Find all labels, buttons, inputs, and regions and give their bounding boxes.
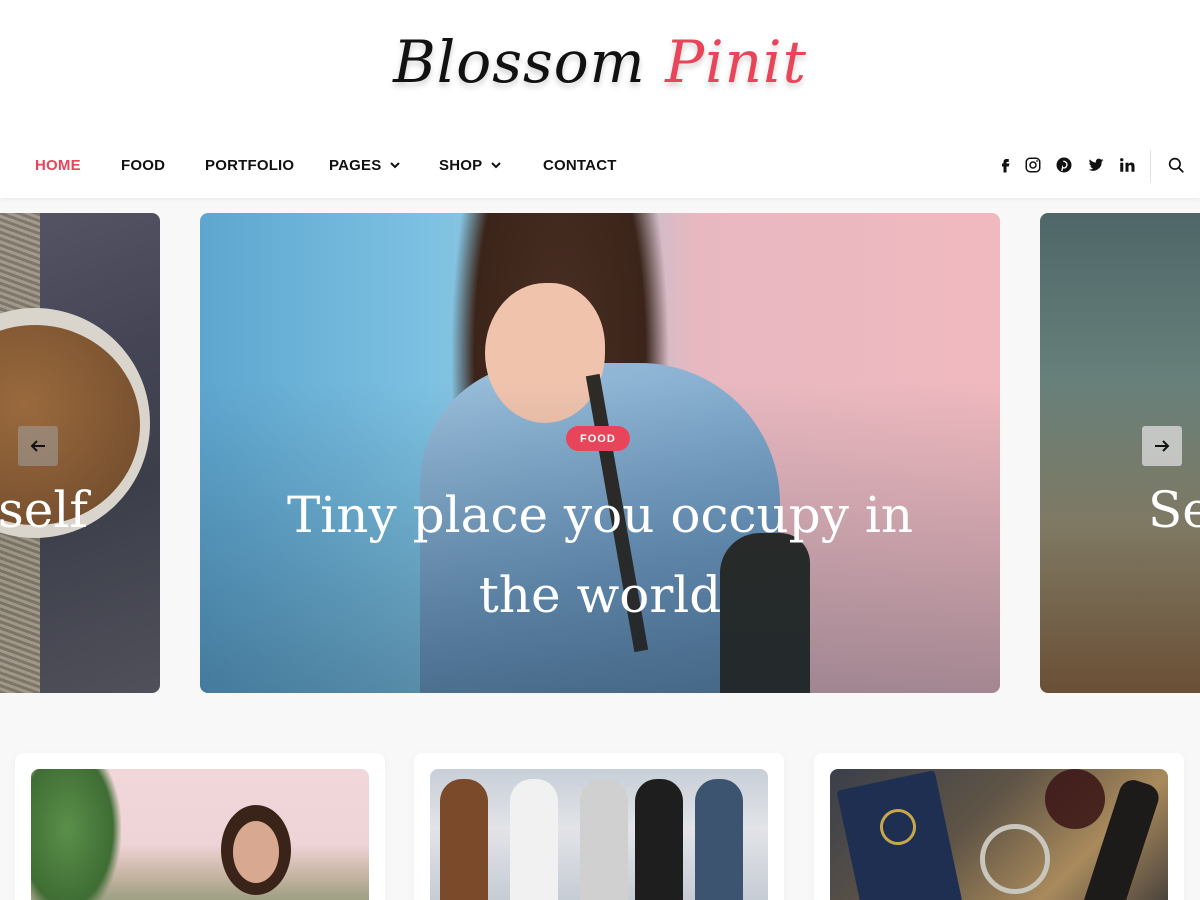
arrow-left-icon bbox=[30, 440, 45, 452]
nav-item-shop[interactable]: SHOP bbox=[439, 145, 502, 185]
slider-next-button[interactable] bbox=[1142, 426, 1182, 466]
post-card[interactable] bbox=[414, 753, 784, 900]
post-card[interactable] bbox=[15, 753, 385, 900]
slide-title[interactable]: Tiny place you occupy in the world bbox=[240, 475, 960, 635]
chevron-down-icon bbox=[390, 162, 401, 169]
arrow-right-icon bbox=[1155, 440, 1170, 452]
slide-next-caption: Se bbox=[1148, 481, 1200, 539]
tree-shape bbox=[31, 769, 121, 900]
person-shape bbox=[440, 779, 488, 900]
site-header: Blossom Pinit HOME FOOD PORTFOLIO PAGES … bbox=[0, 0, 1200, 198]
pinterest-icon[interactable] bbox=[1053, 152, 1075, 178]
chevron-down-icon bbox=[491, 162, 502, 169]
post-card-image[interactable] bbox=[31, 769, 369, 900]
logo-text-accent: Pinit bbox=[665, 28, 807, 96]
instagram-icon[interactable] bbox=[1022, 152, 1044, 178]
post-card-image[interactable] bbox=[830, 769, 1168, 900]
search-icon[interactable] bbox=[1165, 152, 1187, 178]
nav-item-home[interactable]: HOME bbox=[35, 145, 81, 185]
wine-glass-shape bbox=[1045, 769, 1105, 829]
facebook-icon[interactable] bbox=[994, 152, 1016, 178]
person-shape bbox=[695, 779, 743, 900]
linkedin-icon[interactable] bbox=[1116, 152, 1138, 178]
site-logo[interactable]: Blossom Pinit bbox=[0, 28, 1200, 96]
header-divider bbox=[1150, 150, 1151, 182]
nav-item-food[interactable]: FOOD bbox=[121, 145, 165, 185]
slide-previous-caption: n self bbox=[0, 481, 88, 539]
person-shape bbox=[635, 779, 683, 900]
nav-item-shop-label: SHOP bbox=[439, 156, 483, 174]
post-card-image[interactable] bbox=[430, 769, 768, 900]
twitter-icon[interactable] bbox=[1085, 152, 1107, 178]
nav-item-pages[interactable]: PAGES bbox=[329, 145, 401, 185]
face-shape bbox=[233, 821, 279, 883]
category-badge[interactable]: FOOD bbox=[566, 426, 630, 451]
magnifier-shape bbox=[980, 824, 1050, 894]
slide-current[interactable]: FOOD Tiny place you occupy in the world bbox=[200, 213, 1000, 693]
logo-text-primary: Blossom bbox=[393, 28, 646, 96]
post-card[interactable] bbox=[814, 753, 1184, 900]
nav-item-portfolio[interactable]: PORTFOLIO bbox=[205, 145, 294, 185]
nav-item-pages-label: PAGES bbox=[329, 156, 382, 174]
slider-prev-button[interactable] bbox=[18, 426, 58, 466]
nav-item-contact[interactable]: CONTACT bbox=[543, 145, 617, 185]
person-shape bbox=[580, 779, 628, 900]
person-shape bbox=[510, 779, 558, 900]
